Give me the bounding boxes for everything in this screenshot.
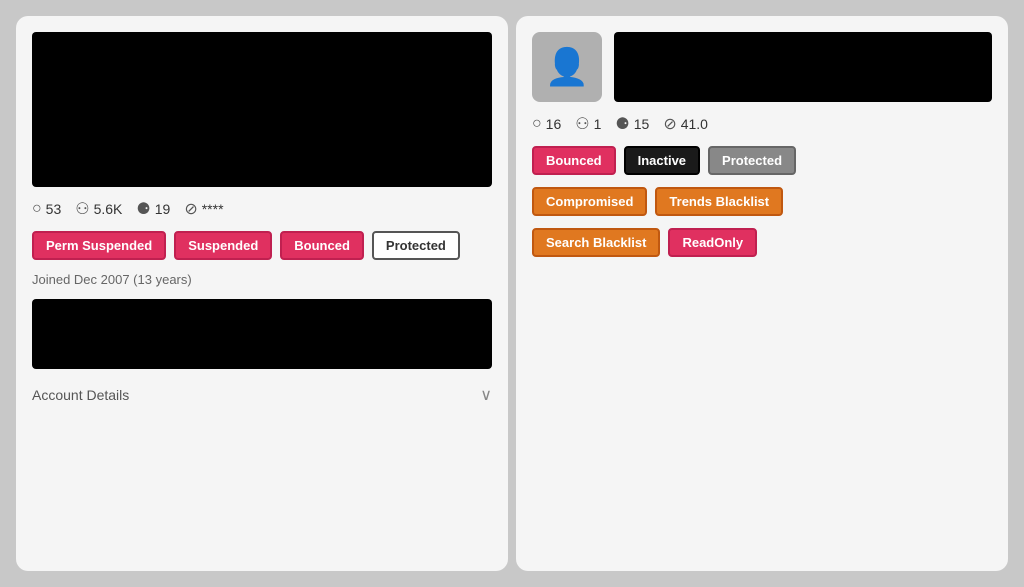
person-icon: 👤	[545, 46, 590, 88]
perm-suspended-tag[interactable]: Perm Suspended	[32, 231, 166, 260]
left-comment-count: 53	[46, 201, 62, 217]
right-tags-row-3: Search Blacklist ReadOnly	[532, 228, 992, 257]
right-blocked-count: 41.0	[681, 116, 708, 132]
followers-icon: ⚇	[75, 199, 89, 219]
left-bio-redacted	[32, 299, 492, 369]
account-details-label: Account Details	[32, 387, 129, 403]
right-followers-count: 1	[594, 116, 602, 132]
right-tags-row-1: Bounced Inactive Protected	[532, 146, 992, 175]
bounced-tag-r[interactable]: Bounced	[532, 146, 616, 175]
blocked-icon: ⊘	[184, 199, 197, 219]
right-profile-card: 👤 ○ 16 ⚇ 1 ⚈ 15 ⊘ 41.0 Bounced	[516, 16, 1008, 571]
comment-icon: ○	[32, 200, 42, 218]
right-tags-row-2: Compromised Trends Blacklist	[532, 187, 992, 216]
right-following-count: 15	[634, 116, 650, 132]
search-blacklist-tag-r[interactable]: Search Blacklist	[532, 228, 660, 257]
avatar: 👤	[532, 32, 602, 102]
left-blocked-stat: ⊘ ****	[184, 199, 223, 219]
left-followers-stat: ⚇ 5.6K	[75, 199, 122, 219]
blocked-icon-r: ⊘	[663, 114, 676, 134]
comment-icon-r: ○	[532, 115, 542, 133]
right-stats-row: ○ 16 ⚇ 1 ⚈ 15 ⊘ 41.0	[532, 114, 992, 134]
inactive-tag-r[interactable]: Inactive	[624, 146, 700, 175]
suspended-tag[interactable]: Suspended	[174, 231, 272, 260]
left-profile-card: ○ 53 ⚇ 5.6K ⚈ 19 ⊘ **** Perm Suspended S…	[16, 16, 508, 571]
followers-icon-r: ⚇	[575, 114, 589, 134]
right-blocked-stat: ⊘ 41.0	[663, 114, 708, 134]
protected-tag-r[interactable]: Protected	[708, 146, 796, 175]
following-icon-r: ⚈	[615, 114, 629, 134]
left-blocked-count: ****	[202, 201, 224, 217]
left-banner-image	[32, 32, 492, 187]
left-followers-count: 5.6K	[94, 201, 123, 217]
right-followers-stat: ⚇ 1	[575, 114, 601, 134]
compromised-tag-r[interactable]: Compromised	[532, 187, 647, 216]
left-comment-stat: ○ 53	[32, 200, 61, 218]
right-comment-count: 16	[546, 116, 562, 132]
account-details-row[interactable]: Account Details ∨	[32, 381, 492, 409]
right-profile-header: 👤	[532, 32, 992, 102]
left-following-count: 19	[155, 201, 171, 217]
trends-blacklist-tag-r[interactable]: Trends Blacklist	[655, 187, 783, 216]
left-stats-row: ○ 53 ⚇ 5.6K ⚈ 19 ⊘ ****	[32, 199, 492, 219]
protected-tag[interactable]: Protected	[372, 231, 460, 260]
left-tags-row: Perm Suspended Suspended Bounced Protect…	[32, 231, 492, 260]
following-icon: ⚈	[136, 199, 150, 219]
right-following-stat: ⚈ 15	[615, 114, 649, 134]
joined-text: Joined Dec 2007 (13 years)	[32, 272, 492, 287]
chevron-down-icon: ∨	[480, 385, 492, 405]
readonly-tag-r[interactable]: ReadOnly	[668, 228, 757, 257]
bounced-tag[interactable]: Bounced	[280, 231, 364, 260]
main-wrapper: ○ 53 ⚇ 5.6K ⚈ 19 ⊘ **** Perm Suspended S…	[0, 0, 1024, 587]
right-name-redacted	[614, 32, 992, 102]
left-following-stat: ⚈ 19	[136, 199, 170, 219]
right-comment-stat: ○ 16	[532, 115, 561, 133]
